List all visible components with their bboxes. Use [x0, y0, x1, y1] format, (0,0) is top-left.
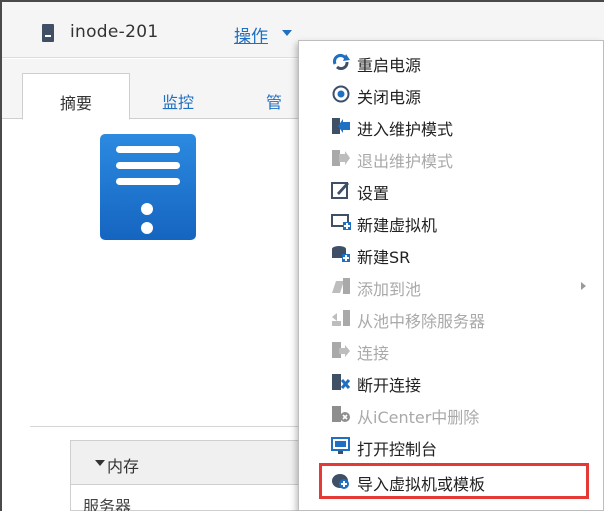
- restart-icon: [332, 53, 350, 70]
- remove-from-pool-icon: [332, 310, 350, 326]
- tab-summary[interactable]: 摘要: [22, 73, 130, 120]
- menu-item-label: 退出维护模式: [357, 152, 454, 171]
- menu-item-exit-maintenance[interactable]: 退出维护模式: [299, 142, 604, 174]
- menu-item-label: 关闭电源: [357, 88, 422, 107]
- connect-icon: [332, 342, 350, 358]
- new-vm-icon: [331, 214, 351, 230]
- menu-item-disconnect[interactable]: 断开连接: [299, 366, 604, 398]
- server-icon: [100, 134, 196, 240]
- operations-menu-link[interactable]: 操作: [234, 22, 268, 47]
- menu-item-enter-maintenance[interactable]: 进入维护模式: [299, 110, 604, 142]
- menu-item-connect[interactable]: 连接: [299, 334, 604, 366]
- menu-item-label: 断开连接: [357, 376, 422, 395]
- console-icon: [331, 437, 350, 454]
- menu-item-settings[interactable]: 设置: [299, 174, 604, 206]
- menu-item-label: 新建虚拟机: [357, 216, 438, 235]
- highlight-annotation-box: [319, 463, 589, 499]
- menu-item-power-off[interactable]: 关闭电源: [299, 78, 604, 110]
- menu-item-label: 进入维护模式: [357, 120, 454, 139]
- menu-item-label: 连接: [357, 344, 390, 363]
- divider: [30, 426, 320, 427]
- chevron-down-icon[interactable]: [282, 30, 292, 36]
- menu-item-new-vm[interactable]: 新建虚拟机: [299, 206, 604, 238]
- menu-item-label: 打开控制台: [357, 440, 438, 459]
- submenu-arrow-icon: [581, 282, 586, 290]
- enter-maintenance-icon: [332, 118, 350, 134]
- new-sr-icon: [332, 246, 350, 262]
- add-to-pool-icon: [332, 278, 350, 294]
- collapse-caret-icon[interactable]: [95, 460, 105, 466]
- host-name: inode-201: [70, 22, 159, 42]
- menu-item-label: 设置: [357, 184, 390, 203]
- memory-panel-title: 内存: [107, 457, 140, 476]
- menu-item-label: 从池中移除服务器: [357, 312, 486, 331]
- menu-item-label: 从iCenter中删除: [357, 408, 480, 427]
- power-off-icon: [332, 85, 350, 103]
- menu-item-label: 添加到池: [357, 280, 422, 299]
- tab-monitor[interactable]: 监控: [148, 73, 208, 120]
- exit-maintenance-icon: [332, 150, 350, 166]
- menu-item-delete-from-icenter[interactable]: 从iCenter中删除: [299, 398, 604, 430]
- edit-settings-icon: [331, 182, 349, 199]
- host-server-icon: [42, 24, 54, 42]
- menu-item-add-to-pool[interactable]: 添加到池: [299, 270, 604, 302]
- tab-manage[interactable]: 管: [266, 73, 296, 120]
- disconnect-icon: [332, 374, 351, 390]
- menu-item-label: 新建SR: [357, 248, 411, 267]
- delete-from-icenter-icon: [332, 406, 350, 422]
- menu-item-remove-from-pool[interactable]: 从池中移除服务器: [299, 302, 604, 334]
- menu-item-restart[interactable]: 重启电源: [299, 46, 604, 78]
- menu-item-new-sr[interactable]: 新建SR: [299, 238, 604, 270]
- menu-item-open-console[interactable]: 打开控制台: [299, 430, 604, 462]
- memory-row-label: 服务器: [83, 497, 132, 511]
- menu-item-label: 重启电源: [357, 56, 422, 75]
- operations-context-menu: 重启电源 关闭电源 进入维护模式 退出维护模式 设置 新建虚拟机 新建SR 添加…: [298, 40, 604, 511]
